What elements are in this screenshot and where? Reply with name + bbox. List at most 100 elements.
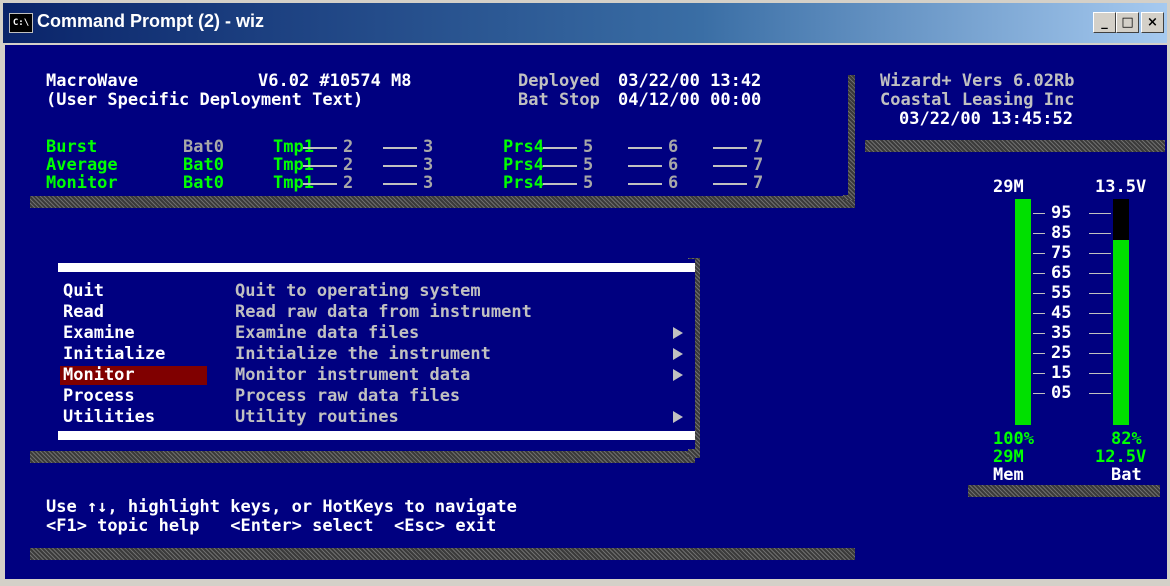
gauge-tick [1033, 313, 1045, 314]
channel-cell: Bat0 [183, 173, 224, 193]
gauge-scale-label: 35 [1051, 323, 1072, 343]
channel-cell: Prs4 [503, 173, 544, 193]
menu-item-quit[interactable]: Quit Quit to operating system [45, 281, 695, 302]
bat-percent: 82% [1111, 429, 1142, 449]
menu-item-description: Monitor instrument data [235, 365, 471, 385]
wizard-version: Wizard+ Vers 6.02Rb [880, 71, 1075, 91]
menu-item-examine[interactable]: Examine Examine data files [45, 323, 695, 344]
gauge-tick [1033, 353, 1045, 354]
channel-dash [303, 147, 337, 149]
channel-cell: Prs4 [503, 155, 544, 175]
gauge-tick [1089, 213, 1111, 214]
submenu-arrow-icon [673, 327, 683, 339]
channel-cell: 2 [343, 137, 354, 157]
menu-item-description: Utility routines [235, 407, 399, 427]
gauge-tick [1033, 333, 1045, 334]
submenu-arrow-icon [673, 411, 683, 423]
company-name: Coastal Leasing Inc [880, 90, 1075, 110]
menu-item-description: Initialize the instrument [235, 344, 491, 364]
gauge-tick [1033, 373, 1045, 374]
channel-cell: 7 [753, 155, 764, 175]
channel-dash [383, 183, 417, 185]
channel-dash [383, 147, 417, 149]
gauge-tick [1033, 253, 1045, 254]
channel-dash [713, 183, 747, 185]
panel-shadow [30, 548, 855, 560]
gauge-scale-label: 25 [1051, 343, 1072, 363]
user-text: (User Specific Deployment Text) [46, 90, 364, 110]
info-panel: Wizard+ Vers 6.02Rb Coastal Leasing Inc … [872, 67, 1167, 139]
menu-item-label: Utilities [63, 407, 156, 427]
command-prompt-window: C:\ Command Prompt (2) - wiz _ □ × Macro… [0, 0, 1170, 586]
channel-dash [543, 147, 577, 149]
gauge-tick [1089, 393, 1111, 394]
gauge-scale-label: 85 [1051, 223, 1072, 243]
gauge-scale-label: 65 [1051, 263, 1072, 283]
menu-item-monitor[interactable]: Monitor Monitor instrument data [45, 365, 695, 386]
channel-cell: 2 [343, 173, 354, 193]
menu-item-initialize[interactable]: Initialize Initialize the instrument [45, 344, 695, 365]
menu-item-label: Process [63, 386, 135, 406]
channel-cell: 5 [583, 155, 594, 175]
channel-dash [628, 183, 662, 185]
mem-percent: 100% [993, 429, 1034, 449]
channel-cell: 7 [753, 137, 764, 157]
gauge-tick [1089, 253, 1111, 254]
bat-top-label: 13.5V [1095, 177, 1147, 197]
console-icon[interactable]: C:\ [9, 13, 33, 33]
channel-cell: Bat0 [183, 155, 224, 175]
mem-label: Mem [993, 465, 1024, 485]
gauge-panel: 29M 13.5V 95 85 75 65 55 45 35 25 15 05 100% 82% … [975, 175, 1165, 485]
version: V6.02 #10574 M8 [258, 71, 412, 91]
header-panel: MacroWave V6.02 #10574 M8 Deployed 03/22… [38, 67, 848, 195]
menu-item-description: Quit to operating system [235, 281, 481, 301]
channel-dash [713, 147, 747, 149]
deployed-label: Deployed [518, 71, 600, 91]
bat-bar-fill [1113, 240, 1129, 425]
menu-item-read[interactable]: Read Read raw data from instrument [45, 302, 695, 323]
main-menu[interactable]: Quit Quit to operating system Read Read raw… [45, 259, 695, 449]
channel-cell: 2 [343, 155, 354, 175]
maximize-button[interactable]: □ [1116, 12, 1139, 33]
channel-dash [543, 165, 577, 167]
channel-cell: Prs4 [503, 137, 544, 157]
panel-shadow [968, 485, 1160, 497]
channel-cell: 3 [423, 155, 434, 175]
console-area[interactable]: MacroWave V6.02 #10574 M8 Deployed 03/22… [5, 45, 1167, 579]
channel-row-label: Burst [46, 137, 98, 157]
channel-dash [628, 165, 662, 167]
channel-cell: 6 [668, 173, 679, 193]
menu-item-description: Examine data files [235, 323, 420, 343]
gauge-tick [1089, 313, 1111, 314]
gauge-scale-label: 55 [1051, 283, 1072, 303]
gauge-tick [1089, 333, 1111, 334]
panel-shadow [865, 140, 1165, 152]
gauge-scale-label: 15 [1051, 363, 1072, 383]
gauge-tick [1033, 213, 1045, 214]
batstop-value: 04/12/00 00:00 [618, 90, 762, 110]
menu-item-description: Process raw data files [235, 386, 461, 406]
help-line-1: Use ↑↓, highlight keys, or HotKeys to na… [46, 497, 517, 517]
minimize-button[interactable]: _ [1093, 12, 1116, 33]
close-button[interactable]: × [1141, 12, 1164, 33]
channel-cell: Bat0 [183, 137, 224, 157]
gauge-tick [1089, 293, 1111, 294]
channel-dash [383, 165, 417, 167]
menu-item-utilities[interactable]: Utilities Utility routines [45, 407, 695, 428]
gauge-tick [1033, 233, 1045, 234]
menu-item-label: Examine [63, 323, 135, 343]
submenu-arrow-icon [673, 348, 683, 360]
mem-top-label: 29M [993, 177, 1024, 197]
gauge-tick [1033, 293, 1045, 294]
gauge-tick [1089, 273, 1111, 274]
channel-cell: 5 [583, 173, 594, 193]
channel-cell: 3 [423, 173, 434, 193]
menu-item-description: Read raw data from instrument [235, 302, 532, 322]
title-bar[interactable]: C:\ Command Prompt (2) - wiz _ □ × [3, 3, 1167, 43]
current-datetime: 03/22/00 13:45:52 [899, 109, 1073, 129]
channel-row-label: Monitor [46, 173, 118, 193]
bat-value: 12.5V [1095, 447, 1147, 467]
submenu-arrow-icon [673, 369, 683, 381]
menu-item-process[interactable]: Process Process raw data files [45, 386, 695, 407]
gauge-tick [1033, 393, 1045, 394]
